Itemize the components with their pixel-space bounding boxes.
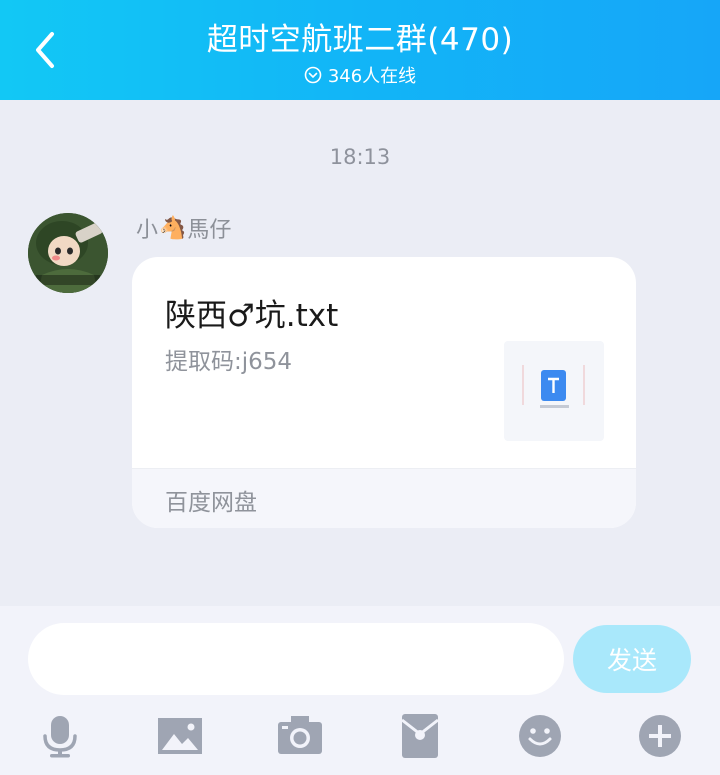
group-title[interactable]: 超时空航班二群(470) xyxy=(0,14,720,59)
extraction-code: 提取码:j654 xyxy=(165,349,293,375)
online-status[interactable]: 346人在线 xyxy=(0,62,720,88)
message-timestamp: 18:13 xyxy=(329,145,391,169)
online-count: 346人在线 xyxy=(327,66,417,87)
emoji-icon[interactable] xyxy=(518,714,562,758)
red-packet-icon[interactable] xyxy=(398,714,442,758)
txt-file-icon xyxy=(504,341,604,441)
chevron-circle-icon xyxy=(304,66,322,84)
avatar[interactable] xyxy=(28,213,108,293)
file-name: 陕西♂坑.txt xyxy=(165,298,339,334)
horse-emoji: 🐴 xyxy=(159,215,187,241)
card-source: 百度网盘 xyxy=(132,468,636,528)
message-list: 18:13 小 🐴 馬仔 陕西♂坑.txt 提取码:j654 百度网盘 xyxy=(0,100,720,606)
camera-icon[interactable] xyxy=(278,714,322,758)
composer: 发送 xyxy=(0,606,720,775)
microphone-icon[interactable] xyxy=(38,714,82,758)
plus-icon[interactable] xyxy=(638,714,682,758)
file-share-card[interactable]: 陕西♂坑.txt 提取码:j654 百度网盘 xyxy=(132,257,636,528)
source-label: 百度网盘 xyxy=(165,490,257,516)
sender-name[interactable]: 小 🐴 馬仔 xyxy=(136,212,231,244)
send-button[interactable]: 发送 xyxy=(573,625,691,693)
message-input[interactable] xyxy=(28,623,564,695)
image-icon[interactable] xyxy=(158,714,202,758)
chat-header: 超时空航班二群(470) 346人在线 xyxy=(0,0,720,100)
